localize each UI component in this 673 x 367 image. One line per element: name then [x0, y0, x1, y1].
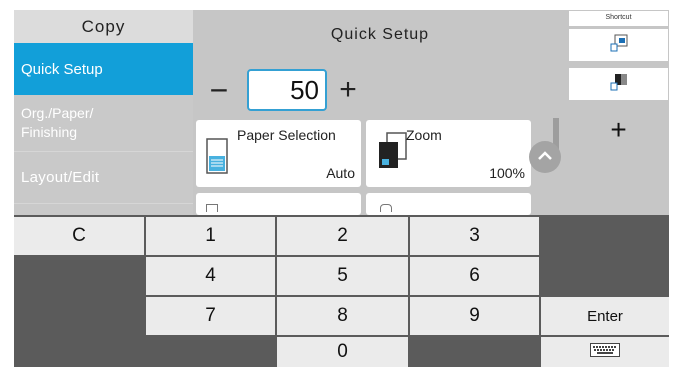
shortcut-header: Shortcut [569, 11, 668, 26]
sidebar-item-layout-edit[interactable]: Layout/Edit [14, 151, 193, 203]
function-button-partial[interactable] [196, 193, 361, 215]
key-2[interactable]: 2 [277, 217, 408, 255]
paper-selection-button[interactable]: Paper Selection Auto [196, 120, 361, 187]
function-button-partial[interactable] [366, 193, 531, 215]
add-shortcut-button[interactable]: + [569, 110, 668, 150]
key-4[interactable]: 4 [146, 257, 275, 295]
page-title: Quick Setup [193, 10, 567, 60]
zoom-button[interactable]: Zoom 100% [366, 120, 531, 187]
key-0[interactable]: 0 [277, 337, 408, 367]
chevron-up-icon [537, 148, 553, 166]
keyboard-icon [590, 343, 620, 361]
quantity-minus-button[interactable]: − [204, 71, 234, 111]
paper-selection-value: Auto [326, 165, 355, 181]
key-6[interactable]: 6 [410, 257, 539, 295]
quantity-field[interactable]: 50 [247, 69, 327, 111]
shortcut-button-1[interactable] [569, 29, 668, 61]
scroll-up-button[interactable] [529, 141, 561, 173]
key-8[interactable]: 8 [277, 297, 408, 335]
sidebar-item-partial [14, 203, 193, 215]
sidebar-item-org-paper-finishing[interactable]: Org./Paper/ Finishing [14, 95, 193, 151]
paper-selection-label: Paper Selection [237, 127, 336, 143]
key-1[interactable]: 1 [146, 217, 275, 255]
shortcut-button-2[interactable] [569, 68, 668, 100]
key-9[interactable]: 9 [410, 297, 539, 335]
sidebar-item-label: Layout/Edit [21, 169, 100, 186]
quantity-plus-button[interactable]: + [333, 71, 363, 111]
zoom-label: Zoom [406, 127, 442, 143]
paper-tray-icon [206, 138, 228, 179]
shortcut-doc-icon [610, 34, 628, 57]
sidebar-item-label-line1: Org./Paper/ [21, 105, 94, 121]
key-3[interactable]: 3 [410, 217, 539, 255]
keyboard-button[interactable] [541, 337, 669, 367]
sidebar-item-label-line2: Finishing [21, 124, 78, 140]
zoom-value: 100% [489, 165, 525, 181]
key-7[interactable]: 7 [146, 297, 275, 335]
enter-button[interactable]: Enter [541, 297, 669, 335]
zoom-icon [378, 132, 408, 175]
clear-key[interactable]: C [14, 217, 144, 255]
copy-header: Copy [14, 10, 193, 43]
duplex-icon [380, 204, 392, 212]
sidebar-item-label: Quick Setup [21, 60, 103, 78]
shortcut-color-icon [610, 73, 628, 96]
color-icon [206, 204, 218, 212]
sidebar-item-quick-setup[interactable]: Quick Setup [14, 43, 193, 95]
key-5[interactable]: 5 [277, 257, 408, 295]
